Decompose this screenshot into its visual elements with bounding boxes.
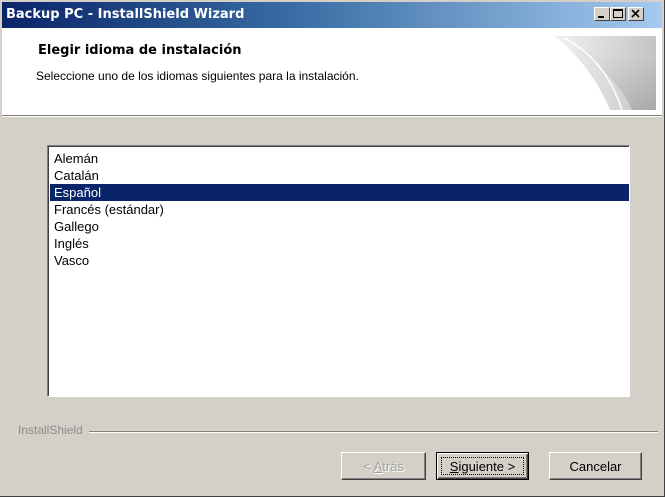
page-subtitle: Seleccione uno de los idiomas siguientes… [36,69,359,83]
next-focus-rect: Siguiente > [441,457,524,475]
maximize-button[interactable] [610,7,626,21]
next-label: iguiente > [458,459,516,474]
close-button[interactable] [628,7,644,21]
language-listbox[interactable]: Alemán Catalán Español Francés (estándar… [47,145,630,397]
wizard-swoosh-graphic [554,36,656,111]
installshield-brand: InstallShield [18,423,89,437]
language-option-frances[interactable]: Francés (estándar) [50,201,629,218]
language-option-gallego[interactable]: Gallego [50,218,629,235]
title-bar[interactable]: Backup PC - InstallShield Wizard [2,2,662,28]
back-prefix: < [363,458,374,474]
cancel-button[interactable]: Cancelar [549,452,642,480]
window-title: Backup PC - InstallShield Wizard [6,7,245,22]
installer-window: Backup PC - InstallShield Wizard Elegir … [0,0,665,497]
page-title: Elegir idioma de instalación [38,43,242,58]
wizard-header: Elegir idioma de instalación Seleccione … [2,28,662,116]
language-option-ingles[interactable]: Inglés [50,235,629,252]
back-mnemonic: A [373,458,383,474]
minimize-icon [598,16,604,18]
header-divider [2,116,662,117]
language-option-espanol[interactable]: Español [50,184,629,201]
next-button[interactable]: Siguiente > [436,452,529,480]
language-option-aleman[interactable]: Alemán [50,150,629,167]
footer-divider [18,431,658,433]
close-icon [631,9,640,18]
maximize-icon [613,9,623,18]
language-option-catalan[interactable]: Catalán [50,167,629,184]
back-button[interactable]: < Atrás [341,452,426,480]
language-option-vasco[interactable]: Vasco [50,252,629,269]
minimize-button[interactable] [594,7,610,21]
back-label: trás [382,458,404,474]
